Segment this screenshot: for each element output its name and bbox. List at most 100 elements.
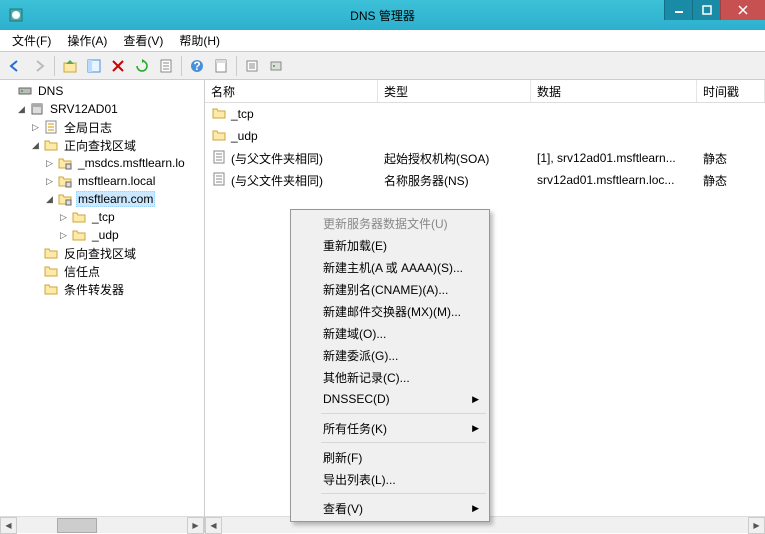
column-header-data[interactable]: 数据 <box>531 80 697 102</box>
tree-node-zone-msftlearn-com[interactable]: ◢ msftlearn.com <box>2 190 202 208</box>
cell-data: [1], srv12ad01.msftlearn... <box>531 151 697 165</box>
tree-label: 信任点 <box>62 263 102 280</box>
help-button[interactable]: ? <box>186 55 208 77</box>
folder-icon <box>43 245 59 261</box>
tree-node-global-log[interactable]: ▷ 全局日志 <box>2 118 202 136</box>
tree-node-forward-zones[interactable]: ◢ 正向查找区域 <box>2 136 202 154</box>
dns-button[interactable] <box>265 55 287 77</box>
up-button[interactable] <box>59 55 81 77</box>
cell-name: (与父文件夹相同) <box>231 150 323 167</box>
folder-icon <box>71 209 87 225</box>
column-header-name[interactable]: 名称 <box>205 80 378 102</box>
tree-node-zone-msftlearn-local[interactable]: ▷ msftlearn.local <box>2 172 202 190</box>
expander-expand-icon[interactable]: ▷ <box>58 230 69 241</box>
cell-data: srv12ad01.msftlearn.loc... <box>531 173 697 187</box>
expander-collapse-icon[interactable]: ◢ <box>30 140 41 151</box>
expander-expand-icon[interactable]: ▷ <box>44 158 55 169</box>
ctx-new-host[interactable]: 新建主机(A 或 AAAA)(S)... <box>293 256 487 278</box>
scroll-thumb[interactable] <box>57 518 97 533</box>
ctx-new-delegation[interactable]: 新建委派(G)... <box>293 344 487 366</box>
toolbar: ? <box>0 52 765 80</box>
close-button[interactable] <box>720 0 765 20</box>
zone-icon <box>57 173 73 189</box>
menu-help[interactable]: 帮助(H) <box>171 30 228 51</box>
ctx-all-tasks[interactable]: 所有任务(K)▶ <box>293 417 487 439</box>
folder-icon <box>211 105 227 124</box>
zone-icon <box>57 155 73 171</box>
properties-button[interactable] <box>210 55 232 77</box>
minimize-button[interactable] <box>664 0 692 20</box>
scroll-right-icon[interactable]: ▶ <box>187 517 204 534</box>
ctx-reload[interactable]: 重新加载(E) <box>293 234 487 256</box>
list-row[interactable]: _tcp <box>205 103 765 125</box>
ctx-new-mx[interactable]: 新建邮件交换器(MX)(M)... <box>293 300 487 322</box>
expander-collapse-icon[interactable]: ◢ <box>44 194 55 205</box>
window-titlebar: DNS 管理器 <box>0 0 765 30</box>
context-menu-separator <box>321 493 486 494</box>
menu-action[interactable]: 操作(A) <box>59 30 115 51</box>
expander-expand-icon[interactable]: ▷ <box>30 122 41 133</box>
expander-expand-icon[interactable]: ▷ <box>44 176 55 187</box>
column-header-type[interactable]: 类型 <box>378 80 531 102</box>
zone-icon <box>57 191 73 207</box>
back-button[interactable] <box>4 55 26 77</box>
maximize-button[interactable] <box>692 0 720 20</box>
forward-button[interactable] <box>28 55 50 77</box>
ctx-dnssec[interactable]: DNSSEC(D)▶ <box>293 388 487 410</box>
tree[interactable]: DNS ◢ SRV12AD01 ▷ 全局日志 ◢ 正向查找区域 ▷ _msdcs… <box>0 80 204 516</box>
tree-pane: DNS ◢ SRV12AD01 ▷ 全局日志 ◢ 正向查找区域 ▷ _msdcs… <box>0 80 205 533</box>
ctx-new-domain[interactable]: 新建域(O)... <box>293 322 487 344</box>
tree-node-zone-msdcs[interactable]: ▷ _msdcs.msftlearn.lo <box>2 154 202 172</box>
tree-node-reverse-zones[interactable]: 反向查找区域 <box>2 244 202 262</box>
scroll-track[interactable] <box>17 517 187 534</box>
list-row[interactable]: (与父文件夹相同) 起始授权机构(SOA) [1], srv12ad01.msf… <box>205 147 765 169</box>
context-menu-separator <box>321 413 486 414</box>
menu-file[interactable]: 文件(F) <box>4 30 59 51</box>
expander-icon[interactable] <box>30 248 41 259</box>
context-menu-separator <box>321 442 486 443</box>
tree-label: _tcp <box>90 210 117 224</box>
log-icon <box>43 119 59 135</box>
tree-scrollbar-horizontal[interactable]: ◀ ▶ <box>0 516 204 533</box>
expander-collapse-icon[interactable]: ◢ <box>16 104 27 115</box>
filter-button[interactable] <box>241 55 263 77</box>
ctx-refresh[interactable]: 刷新(F) <box>293 446 487 468</box>
tree-label: _msdcs.msftlearn.lo <box>76 156 187 170</box>
tree-label: msftlearn.local <box>76 174 157 188</box>
cell-type: 起始授权机构(SOA) <box>378 150 531 167</box>
toolbar-separator <box>54 56 55 76</box>
tree-node-dns[interactable]: DNS <box>2 82 202 100</box>
ctx-new-alias[interactable]: 新建别名(CNAME)(A)... <box>293 278 487 300</box>
expander-icon[interactable] <box>4 86 15 97</box>
dns-icon <box>17 83 33 99</box>
ctx-other-new[interactable]: 其他新记录(C)... <box>293 366 487 388</box>
ctx-view[interactable]: 查看(V)▶ <box>293 497 487 519</box>
scroll-left-icon[interactable]: ◀ <box>0 517 17 534</box>
cell-type: 名称服务器(NS) <box>378 172 531 189</box>
tree-node-conditional-forwarders[interactable]: 条件转发器 <box>2 280 202 298</box>
tree-label: 全局日志 <box>62 119 114 136</box>
refresh-button[interactable] <box>131 55 153 77</box>
expander-icon[interactable] <box>30 266 41 277</box>
list-header: 名称 类型 数据 时间戳 <box>205 80 765 103</box>
delete-button[interactable] <box>107 55 129 77</box>
app-icon <box>8 7 24 23</box>
ctx-export-list[interactable]: 导出列表(L)... <box>293 468 487 490</box>
tree-node-server[interactable]: ◢ SRV12AD01 <box>2 100 202 118</box>
column-header-time[interactable]: 时间戳 <box>697 80 765 102</box>
expander-icon[interactable] <box>30 284 41 295</box>
tree-node-tcp[interactable]: ▷ _tcp <box>2 208 202 226</box>
cell-time: 静态 <box>697 150 765 167</box>
tree-node-udp[interactable]: ▷ _udp <box>2 226 202 244</box>
expander-expand-icon[interactable]: ▷ <box>58 212 69 223</box>
scroll-left-icon[interactable]: ◀ <box>205 517 222 534</box>
list-row[interactable]: _udp <box>205 125 765 147</box>
tree-node-trust[interactable]: 信任点 <box>2 262 202 280</box>
menubar: 文件(F) 操作(A) 查看(V) 帮助(H) <box>0 30 765 52</box>
menu-view[interactable]: 查看(V) <box>115 30 171 51</box>
show-hide-console-tree-button[interactable] <box>83 55 105 77</box>
export-button[interactable] <box>155 55 177 77</box>
list-row[interactable]: (与父文件夹相同) 名称服务器(NS) srv12ad01.msftlearn.… <box>205 169 765 191</box>
scroll-right-icon[interactable]: ▶ <box>748 517 765 534</box>
tree-label: 条件转发器 <box>62 281 126 298</box>
